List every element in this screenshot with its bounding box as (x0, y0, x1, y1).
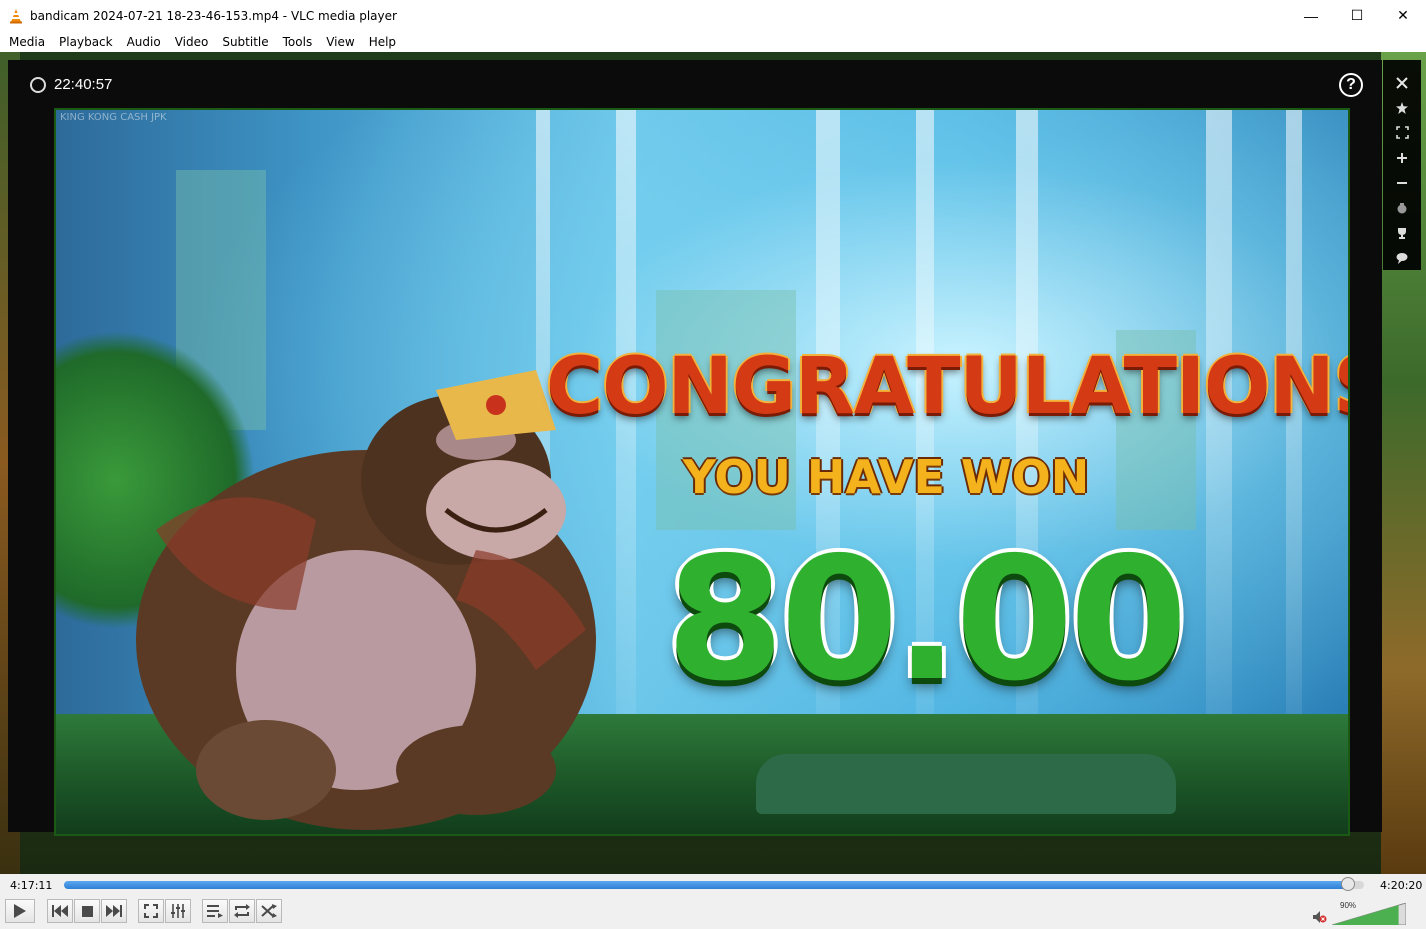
fullscreen-icon[interactable] (1392, 120, 1412, 145)
loop-icon (234, 904, 250, 918)
playback-controls: 90% (0, 897, 1426, 929)
window-controls: — ☐ ✕ (1288, 0, 1426, 31)
osd-side-toolbar (1388, 70, 1416, 270)
close-icon[interactable] (1392, 70, 1412, 95)
playlist-button[interactable] (202, 899, 228, 923)
seek-row: 4:17:11 4:20:20 (0, 874, 1426, 897)
snapshot-icon[interactable] (1392, 195, 1412, 220)
menu-playback[interactable]: Playback (52, 35, 120, 49)
volume-slider[interactable] (1332, 903, 1406, 925)
total-time[interactable]: 4:20:20 (1380, 879, 1422, 892)
menu-subtitle[interactable]: Subtitle (215, 35, 275, 49)
maximize-button[interactable]: ☐ (1334, 0, 1380, 31)
window-title: bandicam 2024-07-21 18-23-46-153.mp4 - V… (30, 8, 397, 23)
help-button[interactable]: ? (1339, 73, 1363, 97)
seek-slider[interactable] (64, 877, 1364, 891)
menu-tools[interactable]: Tools (276, 35, 320, 49)
maximize-icon: ☐ (1350, 7, 1364, 23)
menu-view[interactable]: View (319, 35, 361, 49)
congratulations-headline: CONGRATULATIONS (546, 342, 1348, 432)
extended-settings-button[interactable] (165, 899, 191, 923)
fullscreen-icon (144, 904, 158, 918)
shuffle-icon (261, 904, 277, 918)
mute-icon[interactable] (1313, 911, 1327, 923)
loop-button[interactable] (229, 899, 255, 923)
star-icon[interactable] (1392, 95, 1412, 120)
stop-button[interactable] (74, 899, 100, 923)
playlist-icon (207, 905, 223, 918)
video-surface[interactable]: 22:40:57 ? KING KONG CASH JPK CONGRATULA… (0, 52, 1426, 874)
close-button[interactable]: ✕ (1380, 0, 1426, 31)
next-button[interactable] (101, 899, 127, 923)
osd-clock-text: 22:40:57 (54, 76, 113, 93)
elapsed-time[interactable]: 4:17:11 (10, 879, 52, 892)
vlc-window: bandicam 2024-07-21 18-23-46-153.mp4 - V… (0, 0, 1426, 929)
shuffle-button[interactable] (256, 899, 282, 923)
game-scene: KING KONG CASH JPK CONGRATULATIONS YOU H… (56, 110, 1348, 834)
next-icon (106, 905, 122, 917)
zoom-out-icon[interactable] (1392, 170, 1412, 195)
vlc-cone-icon (8, 8, 24, 24)
menu-help[interactable]: Help (362, 35, 403, 49)
recorded-screen: 22:40:57 ? KING KONG CASH JPK CONGRATULA… (8, 60, 1382, 836)
zoom-in-icon[interactable] (1392, 145, 1412, 170)
menu-video[interactable]: Video (168, 35, 216, 49)
menu-media[interactable]: Media (2, 35, 52, 49)
seek-progress (64, 881, 1349, 889)
play-button[interactable] (5, 899, 35, 923)
equalizer-icon (171, 904, 185, 918)
mossy-rock (756, 754, 1176, 814)
minimize-icon: — (1304, 7, 1318, 24)
win-amount: 80.00 (666, 521, 1188, 719)
menu-audio[interactable]: Audio (120, 35, 168, 49)
close-icon: ✕ (1397, 7, 1409, 23)
previous-button[interactable] (47, 899, 73, 923)
osd-clock: 22:40:57 (30, 76, 112, 93)
minimize-button[interactable]: — (1288, 0, 1334, 31)
menu-bar: Media Playback Audio Video Subtitle Tool… (0, 31, 1426, 52)
chat-icon[interactable] (1392, 245, 1412, 270)
you-have-won-text: YOU HAVE WON (682, 450, 1090, 504)
game-tag: KING KONG CASH JPK (60, 112, 167, 123)
previous-icon (52, 905, 68, 917)
clock-icon (30, 76, 46, 93)
stop-icon (81, 905, 93, 917)
play-icon (14, 904, 26, 918)
title-bar: bandicam 2024-07-21 18-23-46-153.mp4 - V… (0, 0, 1426, 31)
trophy-icon[interactable] (1392, 220, 1412, 245)
fullscreen-button[interactable] (138, 899, 164, 923)
help-icon: ? (1346, 76, 1356, 93)
seek-handle[interactable] (1341, 877, 1356, 891)
